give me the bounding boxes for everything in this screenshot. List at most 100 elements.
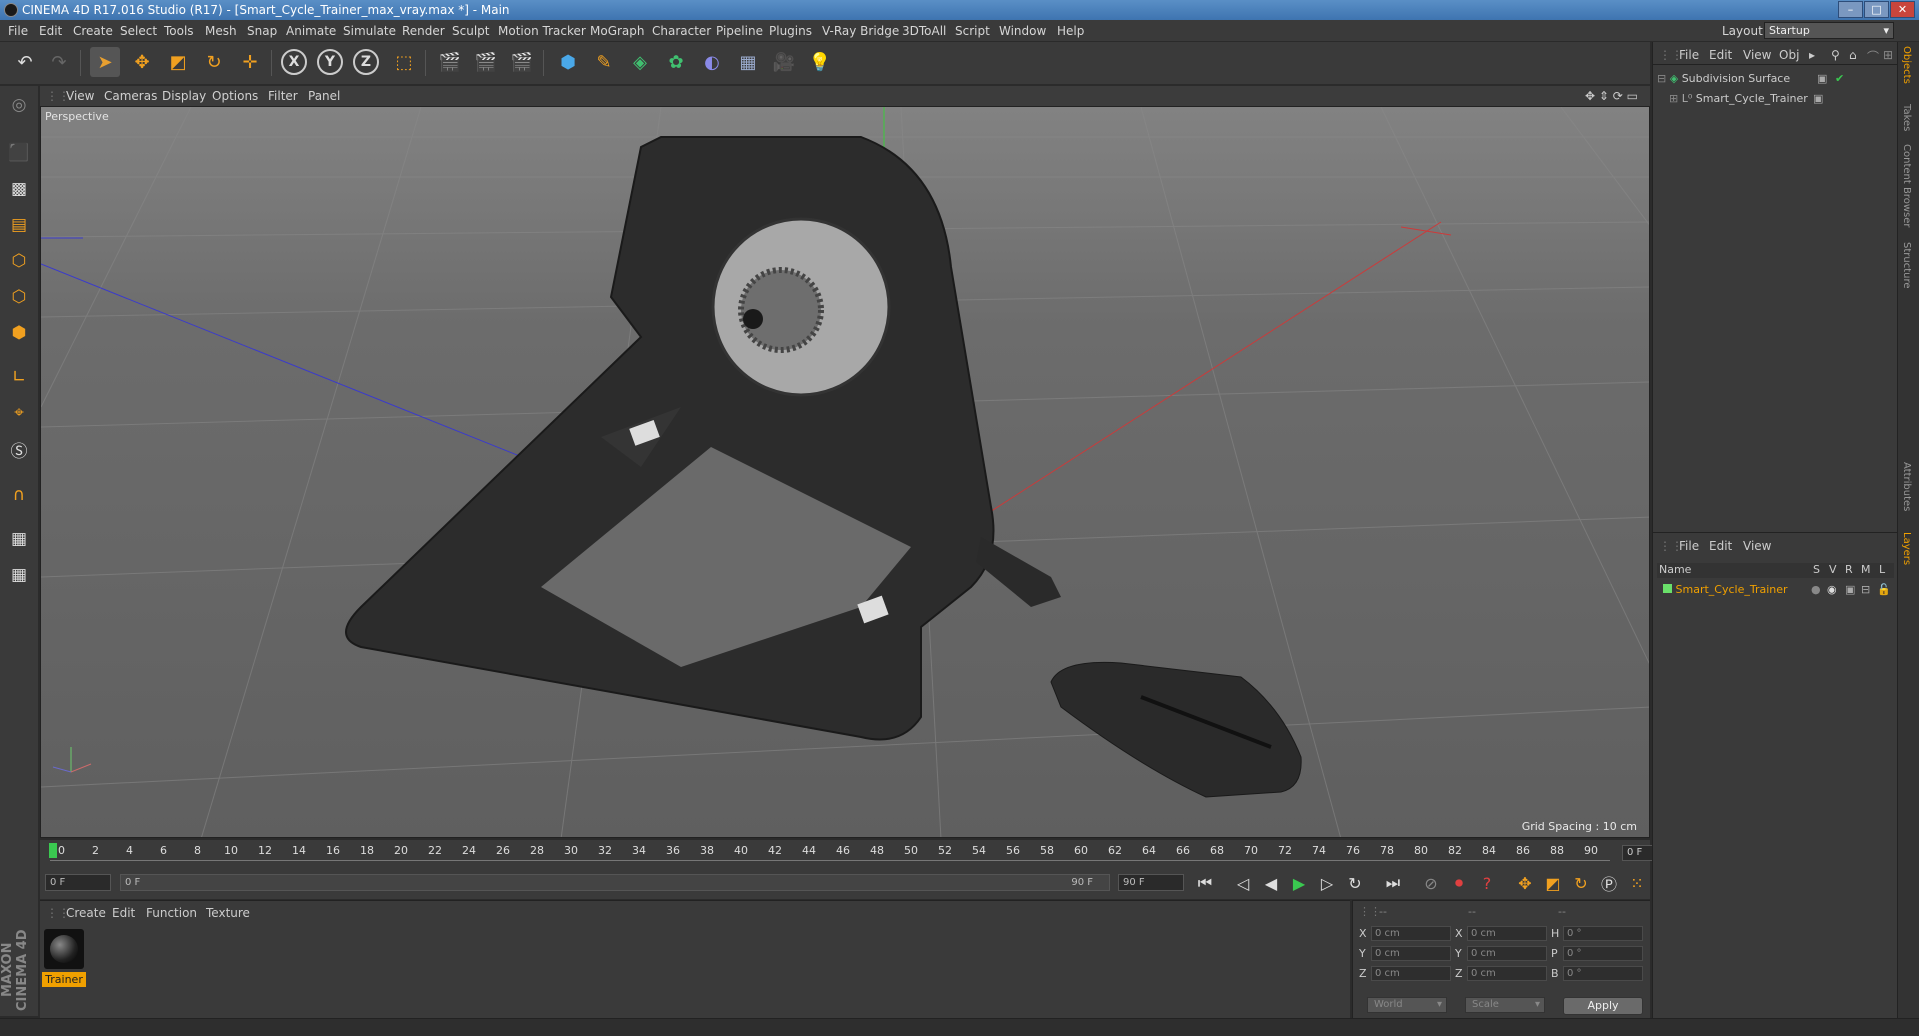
key-scale-button[interactable]: ◩: [1540, 870, 1566, 896]
coordinate-space-select[interactable]: World ▾: [1367, 997, 1447, 1013]
layer-menu-edit[interactable]: Edit: [1709, 539, 1732, 553]
redo-button[interactable]: ↷: [44, 47, 74, 77]
pos-z-field[interactable]: 0 cm: [1371, 966, 1451, 981]
tab-content-browser[interactable]: Content Browser: [1901, 144, 1912, 227]
go-to-start-button[interactable]: ⏮: [1192, 870, 1218, 896]
pen-spline-button[interactable]: ✎: [589, 47, 619, 77]
home-icon[interactable]: ⌂: [1849, 48, 1857, 62]
bookmark-icon[interactable]: ⌒: [1867, 48, 1879, 65]
next-frame-button[interactable]: ▷: [1314, 870, 1340, 896]
live-selection-button[interactable]: ➤: [90, 47, 120, 77]
material-menu-edit[interactable]: Edit: [112, 906, 135, 920]
size-z-field[interactable]: 0 cm: [1467, 966, 1547, 981]
menu-snap[interactable]: Snap: [247, 24, 277, 38]
key-pla-button[interactable]: ⁙: [1624, 870, 1650, 896]
edit-toggle-icon[interactable]: ▣: [1817, 72, 1827, 85]
maximize-button[interactable]: □: [1864, 1, 1889, 18]
record-button[interactable]: ⏺: [1446, 870, 1472, 896]
light-button[interactable]: 💡: [805, 47, 835, 77]
scale-mode-select[interactable]: Scale ▾: [1465, 997, 1545, 1013]
cloner-button[interactable]: ✿: [661, 47, 691, 77]
pos-x-field[interactable]: 0 cm: [1371, 926, 1451, 941]
scale-button[interactable]: ◩: [163, 47, 193, 77]
camera-button[interactable]: 🎥: [769, 47, 799, 77]
magnet-button[interactable]: ∩: [4, 480, 34, 510]
move-button[interactable]: ✥: [127, 47, 157, 77]
floor-button[interactable]: ▦: [733, 47, 763, 77]
menu-pipeline[interactable]: Pipeline: [716, 24, 763, 38]
3d-viewport[interactable]: Perspective Grid Spacing : 10 cm: [40, 106, 1650, 838]
make-editable-button[interactable]: ◎: [4, 90, 34, 120]
layer-row[interactable]: Smart_Cycle_Trainer ● ◉ ▣ ⊟ 🔓: [1663, 583, 1891, 601]
end-frame-field[interactable]: 90 F: [1118, 874, 1184, 891]
menu-mesh[interactable]: Mesh: [205, 24, 237, 38]
tab-layers[interactable]: Layers: [1901, 532, 1912, 565]
tab-takes[interactable]: Takes: [1901, 104, 1912, 131]
menu-vray-bridge[interactable]: V-Ray Bridge: [822, 24, 899, 38]
points-mode-button[interactable]: ⬡: [4, 246, 34, 276]
polygons-mode-button[interactable]: ⬢: [4, 318, 34, 348]
y-axis-lock-button[interactable]: Y: [317, 49, 343, 75]
planar-workplane-button[interactable]: ▦: [4, 560, 34, 590]
viewport-menu-view[interactable]: View: [66, 89, 94, 103]
play-button[interactable]: ▶: [1286, 870, 1312, 896]
transform-button[interactable]: ✛: [235, 47, 265, 77]
solo-dot-icon[interactable]: ●: [1811, 583, 1821, 596]
lock-workplane-button[interactable]: ▦: [4, 524, 34, 554]
tweak-mode-button[interactable]: ⌖: [4, 398, 34, 428]
render-to-picture-viewer-button[interactable]: 🎬: [471, 47, 501, 77]
previous-frame-button[interactable]: ◀: [1258, 870, 1284, 896]
check-icon[interactable]: ✔: [1835, 72, 1844, 85]
menu-edit[interactable]: Edit: [39, 24, 62, 38]
coordinate-system-button[interactable]: ⬚: [389, 47, 419, 77]
viewport-nav-icons[interactable]: ✥ ⇕ ⟳ ▭: [1585, 89, 1638, 103]
manager-icon[interactable]: ⊟: [1861, 583, 1870, 596]
edit-toggle-icon[interactable]: ▣: [1813, 92, 1823, 105]
start-frame-field[interactable]: 0 F: [45, 874, 111, 891]
rot-h-field[interactable]: 0 °: [1563, 926, 1643, 941]
pos-y-field[interactable]: 0 cm: [1371, 946, 1451, 961]
previous-key-button[interactable]: ◁: [1230, 870, 1256, 896]
rotate-button[interactable]: ↻: [199, 47, 229, 77]
menu-help[interactable]: Help: [1057, 24, 1084, 38]
size-y-field[interactable]: 0 cm: [1467, 946, 1547, 961]
object-menu-edit[interactable]: Edit: [1709, 48, 1732, 62]
render-settings-button[interactable]: 🎬: [507, 47, 537, 77]
solo-button[interactable]: Ⓢ: [4, 434, 34, 464]
menu-motion-tracker[interactable]: Motion Tracker: [498, 24, 586, 38]
apply-button[interactable]: Apply: [1563, 997, 1643, 1015]
new-window-icon[interactable]: ⊞: [1883, 48, 1893, 62]
viewport-menu-options[interactable]: Options: [212, 89, 258, 103]
viewport-menu-display[interactable]: Display: [162, 89, 206, 103]
object-row-subdivision-surface[interactable]: ⊟ ◈ Subdivision Surface ▣ ✔: [1657, 72, 1844, 90]
edges-mode-button[interactable]: ⬡: [4, 282, 34, 312]
menu-window[interactable]: Window: [999, 24, 1046, 38]
playhead-marker[interactable]: [49, 843, 57, 858]
layout-select[interactable]: Startup ▾: [1764, 22, 1894, 39]
layer-menu-view[interactable]: View: [1743, 539, 1771, 553]
object-menu-obj[interactable]: Obj: [1779, 48, 1799, 62]
menu-tools[interactable]: Tools: [164, 24, 194, 38]
key-parameter-button[interactable]: Ⓟ: [1596, 870, 1622, 896]
rot-p-field[interactable]: 0 °: [1563, 946, 1643, 961]
key-rotation-button[interactable]: ↻: [1568, 870, 1594, 896]
lock-icon[interactable]: 🔓: [1877, 583, 1891, 596]
menu-character[interactable]: Character: [652, 24, 711, 38]
autokey-button[interactable]: ?: [1474, 870, 1500, 896]
layer-menu-file[interactable]: File: [1679, 539, 1699, 553]
undo-button[interactable]: ↶: [10, 47, 40, 77]
eye-icon[interactable]: ◉: [1827, 583, 1837, 596]
object-row-smart-cycle-trainer[interactable]: ⊞ L⁰ Smart_Cycle_Trainer ▣: [1669, 92, 1823, 110]
more-arrow-icon[interactable]: ▸: [1809, 48, 1815, 62]
render-icon[interactable]: ▣: [1845, 583, 1855, 596]
menu-animate[interactable]: Animate: [286, 24, 336, 38]
key-position-button[interactable]: ✥: [1512, 870, 1538, 896]
axis-mode-button[interactable]: ∟: [4, 362, 34, 392]
minimize-button[interactable]: –: [1838, 1, 1863, 18]
menu-select[interactable]: Select: [120, 24, 157, 38]
render-view-button[interactable]: 🎬: [435, 47, 465, 77]
tab-attributes[interactable]: Attributes: [1901, 462, 1912, 511]
material-menu-create[interactable]: Create: [66, 906, 106, 920]
go-to-end-button[interactable]: ⏭: [1380, 870, 1406, 896]
menu-plugins[interactable]: Plugins: [769, 24, 812, 38]
